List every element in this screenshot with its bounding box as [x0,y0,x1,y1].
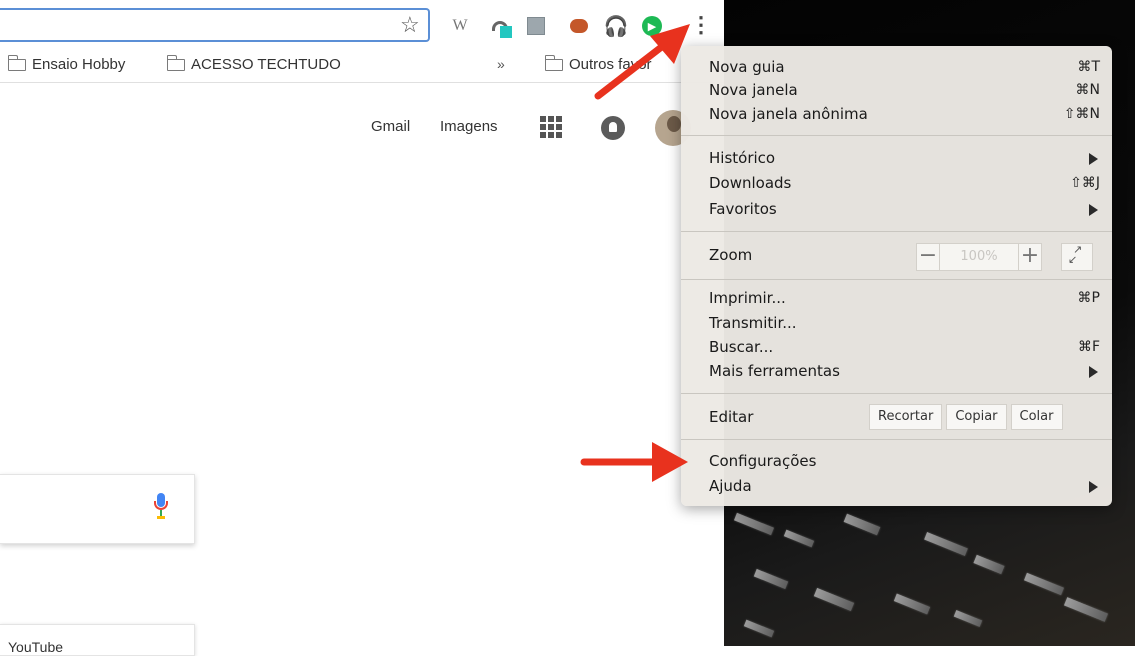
omnibox[interactable] [0,8,430,42]
menu-item-nova-janela[interactable]: Nova janela ⌘N [681,79,1112,103]
menu-separator [681,135,1112,136]
shortcut-tile[interactable]: YouTube [0,624,195,656]
menu-item-transmitir[interactable]: Transmitir... [681,312,1112,336]
menu-item-nova-janela-anonima[interactable]: Nova janela anônima ⇧⌘N [681,103,1112,127]
recortar-button[interactable]: Recortar [869,404,943,430]
gmail-link[interactable]: Gmail [371,118,410,135]
bookmark-acesso-techtudo[interactable]: ACESSO TECHTUDO [166,54,341,73]
shortcut-label: ⇧⌘N [1063,106,1100,122]
folder-icon [166,54,185,71]
shortcut-label: ⌘T [1077,59,1100,75]
zoom-control: − 100% + [916,243,1042,271]
bookmarks-overflow-chevron[interactable]: » [497,56,505,72]
submenu-arrow-icon [1089,153,1098,165]
wikipedia-extension-icon[interactable]: W [448,14,472,38]
submenu-arrow-icon [1089,366,1098,378]
bookmark-label: Ensaio Hobby [32,56,126,73]
google-search-box[interactable] [0,474,195,544]
menu-item-mais-ferramentas[interactable]: Mais ferramentas [681,360,1112,384]
shortcut-label: ⌘F [1077,339,1100,355]
shortcut-label: ⌘P [1077,290,1100,306]
menu-separator [681,279,1112,280]
menu-item-favoritos[interactable]: Favoritos [681,198,1112,222]
chrome-main-menu: Nova guia ⌘T Nova janela ⌘N Nova janela … [681,46,1112,506]
folder-icon [544,54,563,71]
menu-item-configuracoes[interactable]: Configurações [681,450,1112,474]
submenu-arrow-icon [1089,204,1098,216]
bookmark-label: ACESSO TECHTUDO [191,56,341,73]
menu-separator [681,439,1112,440]
zoom-out-button[interactable]: − [917,244,939,270]
microphone-icon[interactable] [154,493,168,523]
copiar-button[interactable]: Copiar [946,404,1007,430]
colar-button[interactable]: Colar [1010,404,1063,430]
submenu-arrow-icon [1089,481,1098,493]
menu-item-zoom: Zoom [709,246,753,264]
fullscreen-icon[interactable] [1061,243,1093,271]
folder-icon [7,54,26,71]
annotation-arrow-top [594,24,690,100]
annotation-arrow-configuracoes [580,442,688,482]
zoom-level: 100% [939,244,1019,270]
bookmark-star-icon[interactable]: ☆ [400,12,420,38]
gauge-extension-icon[interactable] [488,14,512,38]
menu-item-downloads[interactable]: Downloads ⇧⌘J [681,172,1112,196]
menu-item-imprimir[interactable]: Imprimir... ⌘P [681,287,1112,311]
shortcut-label: ⇧⌘J [1070,175,1100,191]
menu-item-historico[interactable]: Histórico [681,147,1112,171]
zoom-in-button[interactable]: + [1019,244,1041,270]
grid-extension-icon[interactable] [524,14,548,38]
bookmark-ensaio-hobby[interactable]: Ensaio Hobby [7,54,126,73]
menu-item-buscar[interactable]: Buscar... ⌘F [681,336,1112,360]
edit-button-group: Recortar Copiar Colar [869,404,1063,430]
notifications-icon[interactable] [601,116,625,140]
shortcut-label: ⌘N [1075,82,1100,98]
menu-separator [681,393,1112,394]
imagens-link[interactable]: Imagens [440,118,498,135]
menu-item-nova-guia[interactable]: Nova guia ⌘T [681,56,1112,80]
google-apps-icon[interactable] [540,116,562,138]
shortcut-tile-label: YouTube [8,639,64,655]
menu-separator [681,231,1112,232]
menu-item-ajuda[interactable]: Ajuda [681,475,1112,499]
